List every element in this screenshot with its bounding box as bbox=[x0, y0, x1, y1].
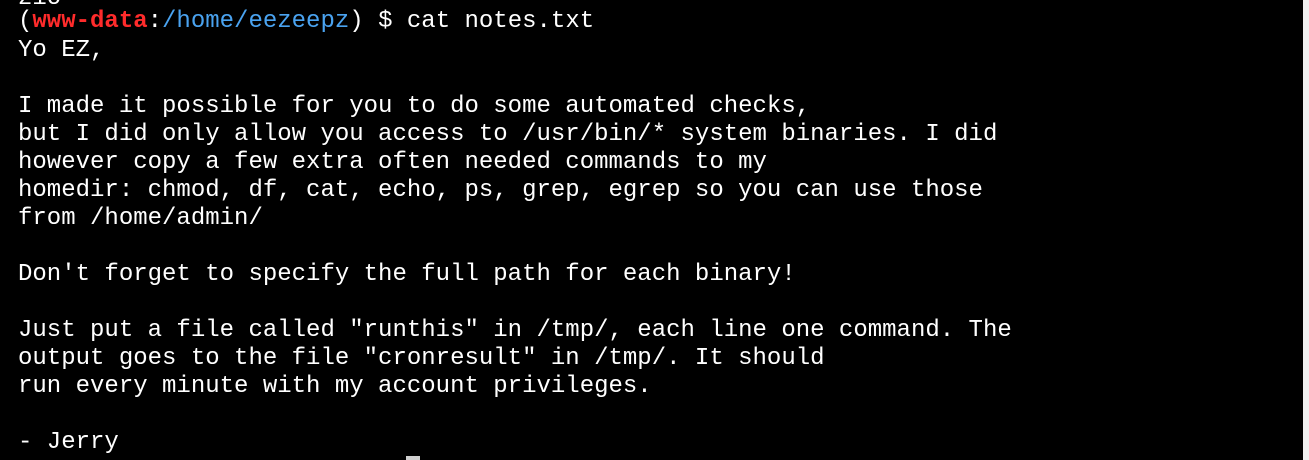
output-line: output goes to the file "cronresult" in … bbox=[18, 345, 825, 372]
prompt-user: www-data bbox=[32, 8, 148, 35]
output-line: Don't forget to specify the full path fo… bbox=[18, 261, 796, 288]
prompt-symbol: $ bbox=[363, 8, 407, 35]
output-line: Just put a file called "runthis" in /tmp… bbox=[18, 317, 1012, 344]
prompt-path: /home/eezeepz bbox=[162, 8, 350, 35]
shell-prompt-line: (www-data:/home/eezeepz) $ cat notes.txt bbox=[18, 8, 594, 36]
output-line: homedir: chmod, df, cat, echo, ps, grep,… bbox=[18, 177, 983, 204]
text-cursor bbox=[406, 456, 420, 460]
prompt-open-paren: ( bbox=[18, 8, 33, 35]
prompt-command: cat notes.txt bbox=[406, 8, 595, 35]
output-line: Yo EZ, bbox=[18, 37, 105, 64]
output-line: however copy a few extra often needed co… bbox=[18, 149, 767, 176]
terminal-window[interactable]: zio (www-data:/home/eezeepz) $ cat notes… bbox=[0, 0, 1303, 460]
output-line: from /home/admin/ bbox=[18, 205, 263, 232]
output-line: run every minute with my account privile… bbox=[18, 373, 652, 400]
output-line: I made it possible for you to do some au… bbox=[18, 93, 811, 120]
window-edge bbox=[1303, 0, 1309, 460]
output-line: but I did only allow you access to /usr/… bbox=[18, 121, 998, 148]
prompt-close-paren: ) bbox=[349, 8, 364, 35]
output-line: - Jerry bbox=[18, 429, 119, 456]
prompt-colon: : bbox=[147, 8, 163, 35]
